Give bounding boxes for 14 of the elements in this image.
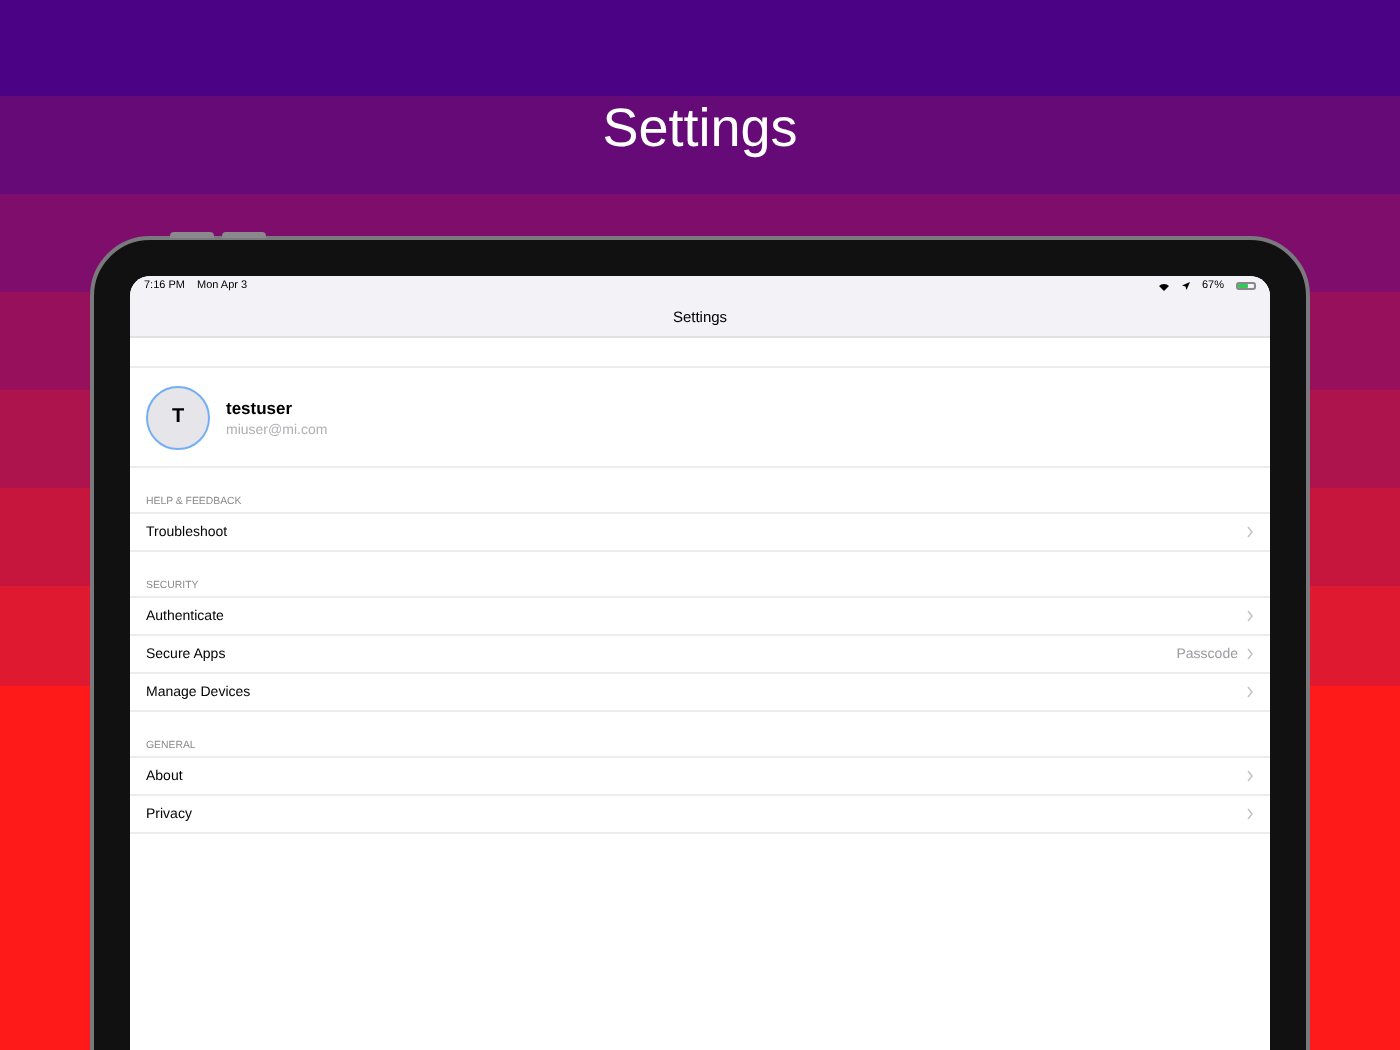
battery-icon: [1236, 282, 1256, 290]
chevron-icon: [1246, 526, 1254, 538]
chevron-icon: [1246, 610, 1254, 622]
chevron-icon: [1246, 770, 1254, 782]
wifi-icon: [1157, 281, 1170, 291]
location-arrow-icon: [1181, 282, 1190, 290]
avatar: T: [146, 385, 210, 449]
chevron-icon: [1246, 808, 1254, 820]
chevron-icon: [1246, 686, 1254, 698]
hardware-key: [170, 232, 214, 238]
username: testuser: [226, 397, 295, 417]
chevron-icon: [1246, 648, 1254, 660]
hardware-key: [222, 232, 266, 238]
headline: Settings: [602, 96, 798, 160]
